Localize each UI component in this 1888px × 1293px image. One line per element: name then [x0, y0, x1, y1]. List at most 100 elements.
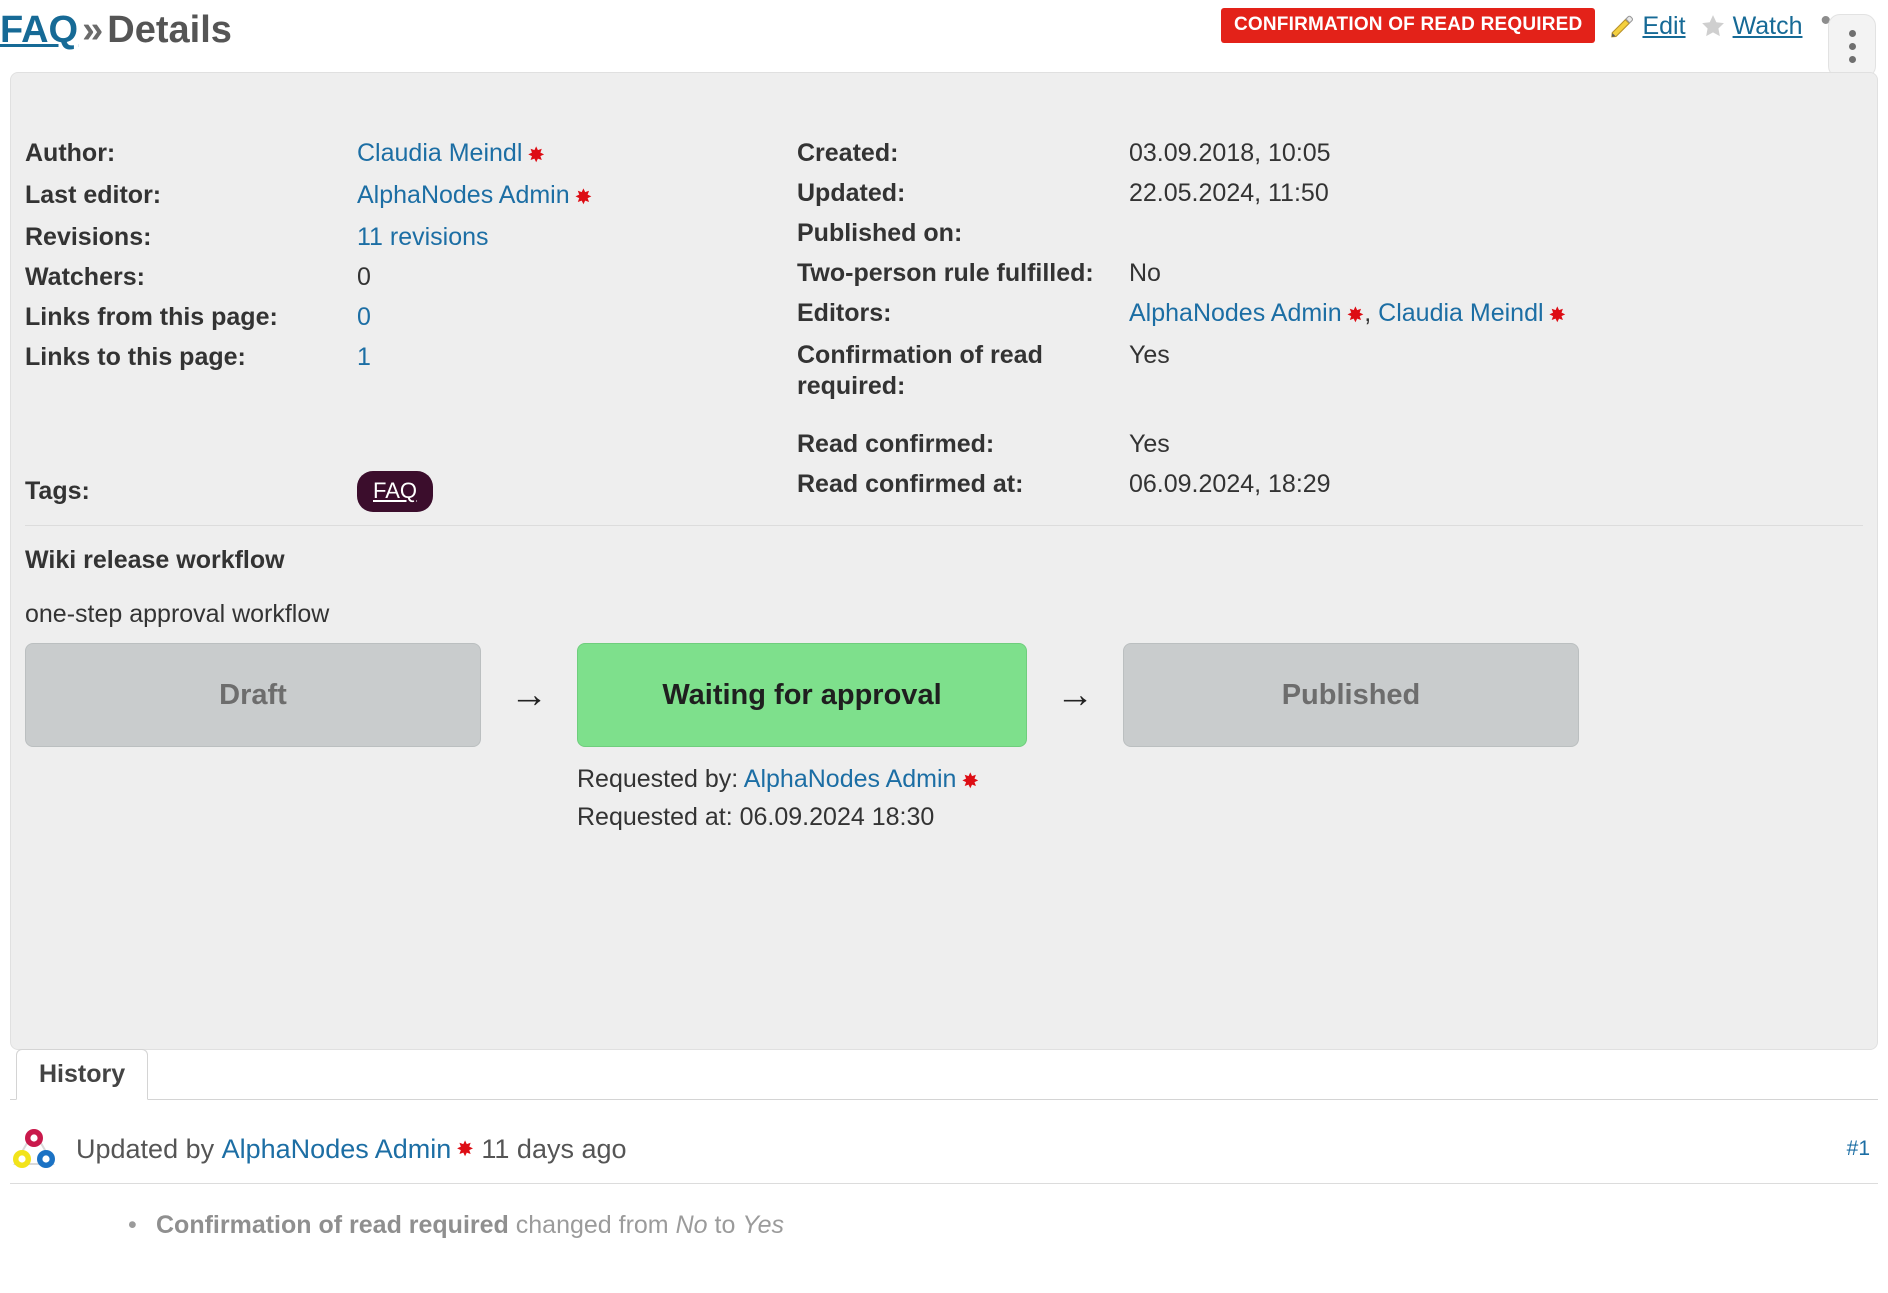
bullet-icon: •	[128, 1211, 137, 1239]
author-link[interactable]: Claudia Meindl	[357, 139, 522, 167]
detail-value: 0	[357, 297, 371, 337]
detail-row-read-confirmed: Read confirmed: Yes	[797, 424, 1877, 464]
status-badge: CONFIRMATION OF READ REQUIRED	[1220, 8, 1596, 43]
editor-link[interactable]: AlphaNodes Admin	[1129, 299, 1342, 327]
edit-label: Edit	[1642, 11, 1686, 40]
history-section: Updated by AlphaNodes Admin ✸ 11 days ago…	[10, 1125, 1878, 1242]
star-icon	[1700, 13, 1726, 39]
watchers-value: 0	[357, 263, 371, 291]
wiki-details-page: FAQ» Details CONFIRMATION OF READ REQUIRE…	[0, 0, 1888, 1293]
detail-label: Created:	[797, 139, 899, 167]
workflow-step-published: Published	[1123, 643, 1579, 747]
detail-label: Links from this page:	[25, 303, 278, 331]
read-confirmed-value: Yes	[1129, 430, 1170, 458]
gear-icon: ✸	[527, 144, 545, 167]
requested-by-label: Requested by:	[577, 765, 739, 793]
watch-button[interactable]: Watch	[1700, 11, 1803, 40]
history-time-suffix: ago	[581, 1134, 627, 1164]
details-panel: Author: Claudia Meindl ✸ Last editor: Alp…	[10, 72, 1878, 1050]
workflow-step-waiting-for-approval: Waiting for approval Requested by: Alpha…	[577, 643, 1027, 836]
requested-at-label: Requested at:	[577, 803, 733, 831]
breadcrumb-link-faq[interactable]: FAQ	[0, 9, 78, 51]
requested-by-line: Requested by: AlphaNodes Admin ✸	[577, 761, 1027, 799]
workflow-step-box[interactable]: Draft	[25, 643, 481, 747]
detail-row-two-person-rule: Two-person rule fulfilled: No	[797, 253, 1877, 293]
tags-row: Tags: FAQ	[25, 471, 434, 512]
gear-icon: ✸	[961, 770, 980, 793]
detail-row-editors: Editors: AlphaNodes Admin ✸, Claudia Mein…	[797, 293, 1877, 335]
details-left-column: Author: Claudia Meindl ✸ Last editor: Alp…	[25, 133, 825, 377]
detail-label: Last editor:	[25, 181, 162, 209]
breadcrumb-current: Details	[107, 9, 232, 51]
gear-icon: ✸	[456, 1138, 474, 1161]
watch-label: Watch	[1732, 11, 1803, 40]
history-anchor-link[interactable]: #1	[1847, 1129, 1870, 1169]
detail-row-created: Created: 03.09.2018, 10:05	[797, 133, 1877, 173]
tab-bar-underline	[10, 1099, 1878, 1100]
editors-separator: ,	[1364, 299, 1372, 327]
detail-label: Read confirmed:	[797, 430, 995, 458]
page-title: FAQ» Details	[0, 8, 232, 52]
detail-row-read-confirmed-at: Read confirmed at: 06.09.2024, 18:29	[797, 464, 1877, 504]
history-change-text: changed from	[515, 1211, 669, 1239]
detail-row-watchers: Watchers: 0	[25, 257, 825, 297]
tags-label: Tags:	[25, 477, 90, 505]
history-change-to-label: to	[714, 1211, 736, 1239]
history-change-field: Confirmation of read required	[156, 1211, 509, 1239]
tab-history[interactable]: History	[16, 1049, 149, 1100]
page-header: FAQ» Details CONFIRMATION OF READ REQUIRE…	[0, 0, 1888, 78]
history-user-link[interactable]: AlphaNodes Admin	[222, 1129, 452, 1169]
workflow-request-meta: Requested by: AlphaNodes Admin ✸ Requeste…	[577, 761, 1027, 836]
side-menu-toggle[interactable]	[1828, 14, 1876, 78]
edit-button[interactable]: Edit	[1609, 11, 1686, 40]
detail-row-author: Author: Claudia Meindl ✸	[25, 133, 825, 175]
editor-link[interactable]: Claudia Meindl	[1378, 299, 1543, 327]
workflow-step-draft: Draft	[25, 643, 481, 747]
avatar	[10, 1125, 58, 1173]
tag-faq[interactable]: FAQ	[357, 471, 434, 512]
detail-label: Links to this page:	[25, 343, 246, 371]
history-updated-by-label: Updated by	[76, 1134, 215, 1164]
revisions-link[interactable]: 11 revisions	[357, 223, 489, 251]
history-entry-header: Updated by AlphaNodes Admin ✸ 11 days ago…	[10, 1125, 1878, 1184]
detail-row-updated: Updated: 22.05.2024, 11:50	[797, 173, 1877, 213]
detail-value: AlphaNodes Admin ✸	[357, 175, 592, 217]
kebab-dot	[1848, 29, 1856, 37]
tab-bar: History	[10, 1049, 1878, 1100]
detail-label: Watchers:	[25, 263, 145, 291]
pencil-icon	[1609, 13, 1635, 39]
detail-value: 11 revisions	[357, 217, 489, 257]
detail-value: Claudia Meindl ✸	[357, 133, 545, 175]
workflow-step-box[interactable]: Waiting for approval	[577, 643, 1027, 747]
detail-label: Updated:	[797, 179, 906, 207]
gear-icon: ✸	[1346, 304, 1365, 327]
workflow-flow: Draft → Waiting for approval Requested b…	[25, 643, 1863, 836]
gear-icon: ✸	[574, 186, 593, 209]
detail-label: Two-person rule fulfilled:	[797, 259, 1094, 287]
detail-label: Revisions:	[25, 223, 152, 251]
last-editor-link[interactable]: AlphaNodes Admin	[357, 181, 570, 209]
links-from-link[interactable]: 0	[357, 303, 371, 331]
details-right-column: Created: 03.09.2018, 10:05 Updated: 22.0…	[797, 133, 1877, 504]
workflow-subtitle: one-step approval workflow	[25, 600, 330, 628]
updated-value: 22.05.2024, 11:50	[1129, 179, 1329, 207]
detail-label: Editors:	[797, 299, 892, 327]
detail-label: Author:	[25, 139, 116, 167]
created-value: 03.09.2018, 10:05	[1129, 139, 1331, 167]
links-to-link[interactable]: 1	[357, 343, 371, 371]
history-change-to-value: Yes	[742, 1211, 785, 1239]
kebab-dot	[1848, 55, 1856, 63]
detail-label: Read confirmed at:	[797, 470, 1024, 498]
workflow-title: Wiki release workflow	[25, 546, 285, 574]
workflow-step-box[interactable]: Published	[1123, 643, 1579, 747]
history-entry-body: • Confirmation of read required changed f…	[10, 1184, 1878, 1242]
section-divider	[25, 525, 1863, 526]
requested-at-line: Requested at: 06.09.2024 18:30	[577, 799, 1027, 836]
requested-by-user-link[interactable]: AlphaNodes Admin	[744, 765, 957, 793]
detail-label: Confirmation of read required:	[797, 341, 1043, 400]
history-change-from: No	[675, 1211, 708, 1239]
history-time-ago: 11 days	[481, 1134, 574, 1164]
detail-value: 1	[357, 337, 371, 377]
editors-value: AlphaNodes Admin ✸, Claudia Meindl ✸	[1129, 293, 1566, 335]
detail-row-last-editor: Last editor: AlphaNodes Admin ✸	[25, 175, 825, 217]
